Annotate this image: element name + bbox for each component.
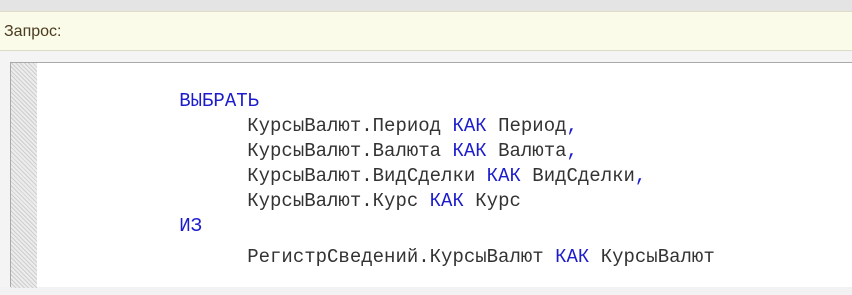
query-text-editor[interactable]: ВЫБРАТЬ КурсыВалют.Период КАК Период, Ку… (10, 62, 852, 288)
from-source: РегистрСведений.КурсыВалют (247, 246, 544, 268)
from-line: ИЗ (88, 189, 202, 237)
field-alias: Курс (475, 190, 521, 212)
top-strip (0, 0, 852, 11)
field-separator: , (634, 165, 647, 187)
select-line: ВЫБРАТЬ (88, 64, 259, 112)
as-keyword: КАК (429, 190, 464, 212)
field-line-rate: КурсыВалют.Курс КАК Курс (156, 164, 521, 212)
field-alias: ВидСделки (532, 165, 635, 187)
query-label-panel: Запрос: (0, 11, 852, 51)
editor-gutter (11, 63, 37, 288)
field-line-deal-type: КурсыВалют.ВидСделки КАК ВидСделки, (156, 139, 646, 187)
query-editor-window: Запрос: ВЫБРАТЬ КурсыВалют.Период КАК Пе… (0, 0, 852, 288)
from-alias: КурсыВалют (600, 246, 715, 268)
field-source: КурсыВалют.Курс (247, 190, 419, 212)
from-source-line: РегистрСведений.КурсыВалют КАК КурсыВалю… (156, 220, 715, 268)
query-code[interactable]: ВЫБРАТЬ КурсыВалют.Период КАК Период, Ку… (37, 63, 852, 287)
field-line-period: КурсыВалют.Период КАК Период, (156, 89, 578, 137)
as-keyword: КАК (555, 246, 590, 268)
field-line-currency: КурсыВалют.Валюта КАК Валюта, (156, 114, 578, 162)
query-label: Запрос: (4, 23, 62, 40)
